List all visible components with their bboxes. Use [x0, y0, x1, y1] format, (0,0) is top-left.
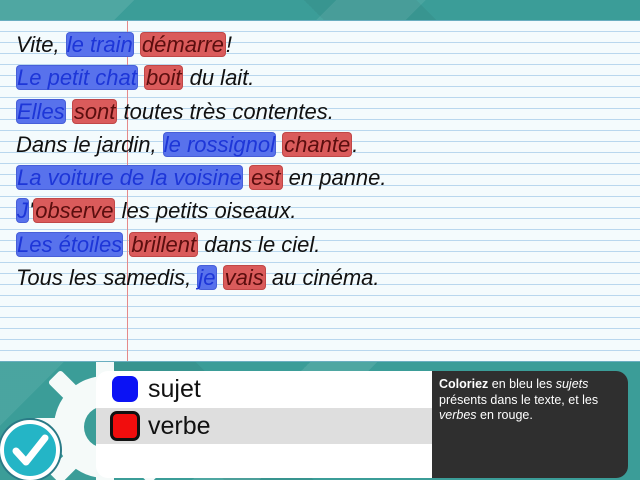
sentence-line: Dans le jardin, le rossignol chante. [16, 128, 387, 161]
word-verb[interactable]: observe [33, 198, 116, 224]
checkmark-icon [12, 434, 49, 466]
sentence-line: J'observe les petits oiseaux. [16, 194, 387, 227]
blue-swatch-icon [112, 376, 138, 402]
legend-subject-label: sujet [148, 374, 201, 403]
instructions-part1: en bleu les [488, 377, 556, 391]
word-verb[interactable]: boit [144, 65, 184, 91]
word-plain[interactable]: au cinéma. [266, 265, 380, 290]
legend-option-verb[interactable]: verbe [96, 408, 434, 444]
legend-verb-label: verbe [148, 411, 211, 440]
color-legend: sujet verbe [96, 371, 434, 478]
word-plain[interactable]: du lait. [183, 65, 255, 90]
instructions-part2: présents dans le texte, et les [439, 392, 599, 407]
word-plain[interactable] [134, 32, 140, 57]
word-plain[interactable]: Dans le jardin, [16, 132, 163, 157]
instructions-subjects: sujets [555, 377, 589, 391]
word-verb[interactable]: chante [282, 131, 353, 157]
word-plain[interactable]: dans le ciel. [198, 232, 320, 257]
exercise-paper: Vite, le train démarre! Le petit chat boi… [0, 20, 640, 362]
word-plain[interactable]: Vite, [16, 32, 66, 57]
legend-option-subject[interactable]: sujet [96, 371, 434, 407]
word-plain[interactable]: ! [226, 32, 232, 57]
word-plain[interactable]: . [352, 132, 358, 157]
validate-button[interactable] [0, 420, 60, 480]
word-verb[interactable]: est [249, 165, 283, 191]
instructions-panel: Coloriez en bleu les sujets présents dan… [432, 371, 628, 478]
word-subject[interactable]: je [197, 265, 217, 291]
sentence-list: Vite, le train démarre! Le petit chat boi… [16, 28, 387, 294]
instructions-verbs: verbes [439, 408, 477, 422]
word-subject[interactable]: le rossignol [162, 131, 277, 157]
word-plain[interactable]: en panne. [283, 165, 387, 190]
word-subject[interactable]: Elles [16, 98, 66, 124]
word-verb[interactable]: brillent [129, 231, 199, 257]
word-subject[interactable]: le train [65, 32, 134, 57]
word-plain[interactable] [66, 99, 72, 124]
instructions-part3: en rouge. [476, 408, 533, 422]
sentence-line: La voiture de la voisine est en panne. [16, 161, 387, 194]
word-plain[interactable] [217, 265, 223, 290]
word-subject[interactable]: J [16, 198, 29, 224]
word-subject[interactable]: Le petit chat [16, 65, 138, 91]
word-verb[interactable]: démarre [139, 32, 226, 57]
word-subject[interactable]: Les étoiles [16, 231, 124, 257]
word-plain[interactable]: les petits oiseaux. [115, 198, 297, 223]
word-subject[interactable]: La voiture de la voisine [16, 165, 244, 191]
word-plain[interactable]: Tous les samedis, [16, 265, 197, 290]
sentence-line: Le petit chat boit du lait. [16, 61, 387, 94]
sentence-line: Les étoiles brillent dans le ciel. [16, 228, 387, 261]
instructions-bold: Coloriez [439, 377, 489, 391]
red-swatch-icon [110, 411, 140, 441]
sentence-line: Tous les samedis, je vais au cinéma. [16, 261, 387, 294]
word-verb[interactable]: vais [222, 265, 266, 291]
word-verb[interactable]: sont [71, 98, 118, 124]
sentence-line: Vite, le train démarre! [16, 28, 387, 61]
sentence-line: Elles sont toutes très contentes. [16, 95, 387, 128]
word-plain[interactable]: toutes très contentes. [117, 99, 334, 124]
